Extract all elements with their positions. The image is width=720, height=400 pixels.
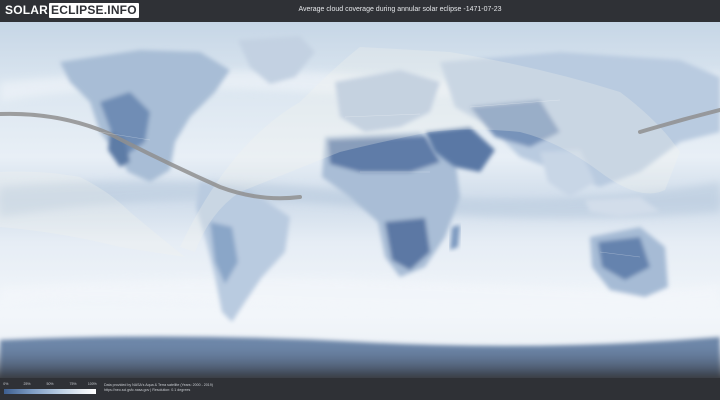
legend-ticks: 0% 25% 50% 75% 100% [3, 382, 97, 388]
legend-tick: 75% [69, 382, 77, 386]
logo-eclipse-info-text: ECLIPSE.INFO [49, 3, 139, 18]
logo-solar-text: SOLAR [5, 3, 48, 17]
legend-tick: 50% [46, 382, 54, 386]
cloud-coverage-legend: 0% 25% 50% 75% 100% [3, 382, 97, 400]
top-bar: SOLAR ECLIPSE.INFO Average cloud coverag… [0, 0, 720, 22]
footer: 0% 25% 50% 75% 100% Data provided by NAS… [0, 378, 720, 400]
map-canvas [0, 22, 720, 378]
map-title: Average cloud coverage during annular so… [298, 6, 502, 13]
legend-tick: 100% [87, 382, 97, 386]
data-credit: Data provided by NASA's Aqua & Terra sat… [104, 383, 213, 393]
credit-line-2[interactable]: https://neo.sci.gsfc.nasa.gov | Resoluti… [104, 388, 213, 393]
page: SOLAR ECLIPSE.INFO Average cloud coverag… [0, 0, 720, 400]
site-logo[interactable]: SOLAR ECLIPSE.INFO [5, 3, 139, 18]
bottom-fade [0, 344, 720, 378]
legend-tick: 0% [3, 382, 9, 386]
legend-color-bar [4, 389, 96, 394]
legend-tick: 25% [23, 382, 31, 386]
cloud-coverage-map[interactable] [0, 22, 720, 378]
